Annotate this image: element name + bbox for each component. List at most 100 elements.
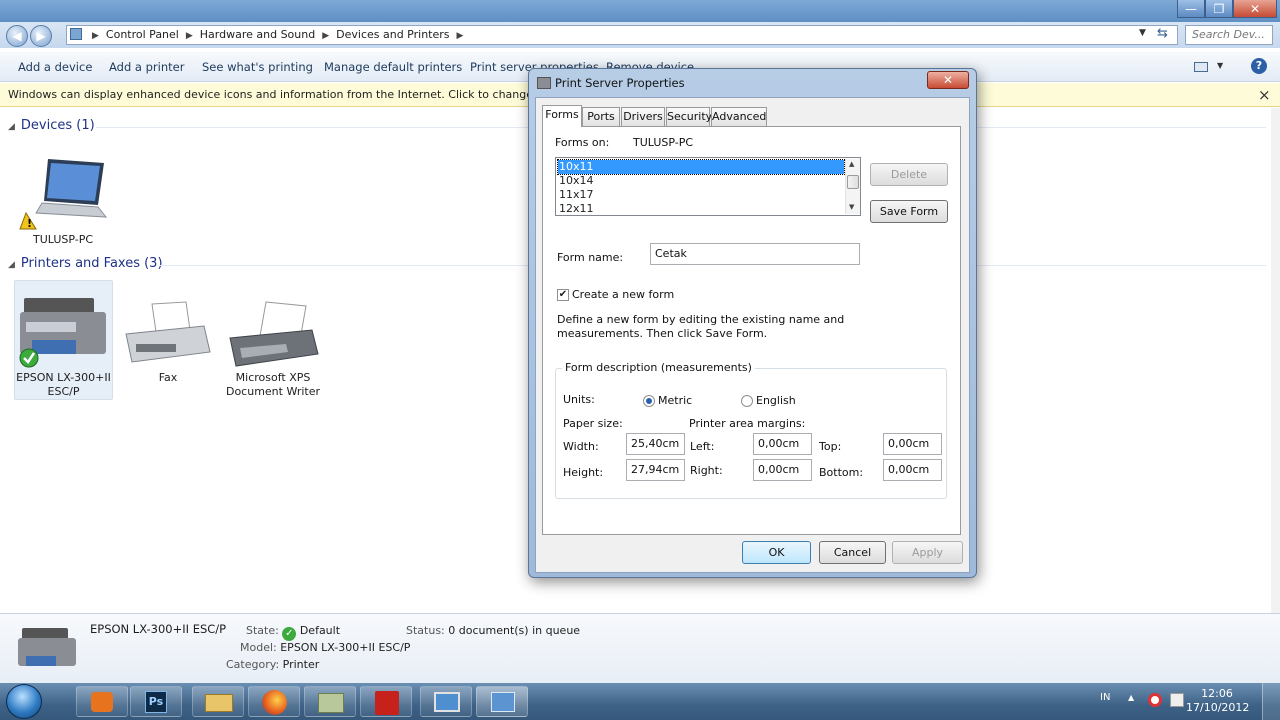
create-new-form-checkbox[interactable]: ✔ [557, 289, 569, 301]
epson-printer-icon[interactable] [18, 292, 110, 370]
tray-app-icon[interactable] [1148, 693, 1162, 707]
breadcrumb-separator-icon[interactable]: ▶ [322, 31, 329, 41]
tab-drivers[interactable]: Drivers [621, 107, 665, 126]
printers-group-title: Printers and Faxes (3) [20, 256, 163, 271]
printer-label-epson[interactable]: EPSON LX-300+II ESC/P [14, 371, 113, 399]
breadcrumb-separator-icon[interactable]: ▶ [457, 31, 464, 41]
forms-on-label: Forms on: [555, 136, 610, 149]
forms-list[interactable]: 10x11 10x14 11x17 12x11 ▲ ▼ [555, 157, 861, 216]
right-margin-input[interactable]: 0,00cm [753, 459, 812, 481]
breadcrumb-control-panel[interactable]: Control Panel [106, 28, 179, 41]
show-hidden-icons-icon[interactable]: ▲ [1128, 693, 1134, 702]
english-label[interactable]: English [756, 394, 796, 407]
collapse-arrow-icon[interactable]: ◢ [8, 260, 15, 270]
ok-button[interactable]: OK [742, 541, 811, 564]
photoshop-taskbar-icon[interactable]: Ps [130, 686, 182, 717]
minimize-button[interactable]: — [1177, 0, 1205, 18]
printer-label-xps[interactable]: Microsoft XPS Document Writer [222, 371, 324, 399]
acrobat-taskbar-icon[interactable] [360, 686, 412, 717]
devices-group-header[interactable]: ◢ Devices (1) [8, 118, 95, 133]
breadcrumb: ▶ Control Panel ▶ Hardware and Sound ▶ Device… [85, 26, 470, 45]
info-bar-text[interactable]: Windows can display enhanced device icon… [8, 88, 544, 101]
top-margin-label: Top: [819, 440, 842, 453]
close-window-button[interactable]: ✕ [1233, 0, 1277, 18]
details-pane: EPSON LX-300+II ESC/P State: ✓ Default S… [0, 613, 1280, 683]
breadcrumb-separator-icon[interactable]: ▶ [186, 31, 193, 41]
content-scrollbar[interactable] [1271, 108, 1280, 613]
help-icon[interactable]: ? [1251, 58, 1267, 74]
tab-ports[interactable]: Ports [582, 107, 620, 126]
height-input[interactable]: 27,94cm [626, 459, 685, 481]
list-item[interactable]: 12x11 [558, 202, 844, 216]
media-player-taskbar-icon[interactable] [76, 686, 128, 717]
firefox-taskbar-icon[interactable] [248, 686, 300, 717]
forms-tab-panel: Forms on: TULUSP-PC 10x11 10x14 11x17 12… [542, 126, 961, 535]
dialog-close-button[interactable]: ✕ [927, 71, 969, 89]
forms-list-scrollbar[interactable]: ▲ ▼ [845, 159, 860, 214]
add-device-button[interactable]: Add a device [18, 52, 92, 82]
scroll-down-icon[interactable]: ▼ [849, 203, 854, 211]
metric-radio[interactable] [643, 395, 655, 407]
printer-label-fax[interactable]: Fax [118, 371, 218, 385]
tray-device-icon[interactable] [1170, 693, 1184, 707]
xps-printer-icon[interactable] [226, 300, 320, 370]
create-new-form-label[interactable]: Create a new form [572, 288, 674, 301]
list-item[interactable]: 10x14 [558, 174, 844, 188]
manage-default-printers-button[interactable]: Manage default printers [324, 52, 462, 82]
printers-group-header[interactable]: ◢ Printers and Faxes (3) [8, 256, 163, 271]
form-description-title: Form description (measurements) [562, 361, 755, 374]
top-margin-input[interactable]: 0,00cm [883, 433, 942, 455]
metric-label[interactable]: Metric [658, 394, 692, 407]
collapse-arrow-icon[interactable]: ◢ [8, 122, 15, 132]
scroll-thumb[interactable] [847, 175, 859, 189]
printer-title-icon [537, 77, 551, 89]
english-radio[interactable] [741, 395, 753, 407]
bottom-margin-input[interactable]: 0,00cm [883, 459, 942, 481]
list-item[interactable]: 11x17 [558, 188, 844, 202]
clock[interactable]: 12:06 17/10/2012 [1186, 687, 1249, 715]
picture-viewer-taskbar-icon[interactable] [420, 686, 472, 717]
form-description-group: Form description (measurements) Units: M… [555, 361, 947, 499]
paper-size-label: Paper size: [563, 417, 623, 430]
address-box[interactable]: ▶ Control Panel ▶ Hardware and Sound ▶ Device… [66, 25, 1178, 45]
cancel-button[interactable]: Cancel [819, 541, 886, 564]
language-indicator[interactable]: IN [1100, 692, 1110, 703]
list-item[interactable]: 10x11 [557, 159, 845, 175]
back-button[interactable]: ◀ [6, 25, 28, 47]
view-options-icon[interactable] [1194, 62, 1208, 72]
start-button[interactable] [6, 684, 42, 719]
form-name-label: Form name: [557, 251, 624, 264]
laptop-device[interactable]: ! [18, 157, 108, 232]
breadcrumb-hardware-and-sound[interactable]: Hardware and Sound [200, 28, 315, 41]
app-taskbar-icon[interactable] [304, 686, 356, 717]
info-bar-close-icon[interactable]: × [1258, 83, 1271, 107]
height-label: Height: [563, 466, 604, 479]
forward-button[interactable]: ▶ [30, 25, 52, 47]
tab-forms[interactable]: Forms [542, 105, 582, 127]
scroll-up-icon[interactable]: ▲ [849, 160, 854, 168]
left-margin-input[interactable]: 0,00cm [753, 433, 812, 455]
window-titlebar: — ❐ ✕ [0, 0, 1280, 22]
delete-button[interactable]: Delete [870, 163, 948, 186]
forms-on-value: TULUSP-PC [633, 136, 694, 149]
tab-advanced[interactable]: Advanced [711, 107, 767, 126]
fax-icon[interactable] [122, 300, 212, 370]
view-dropdown-icon[interactable]: ▼ [1217, 61, 1223, 70]
device-label-tulusp-pc[interactable]: TULUSP-PC [18, 233, 108, 247]
search-input[interactable]: Search Dev... [1185, 25, 1273, 45]
apply-button[interactable]: Apply [892, 541, 963, 564]
address-dropdown-icon[interactable]: ▼ [1139, 28, 1146, 38]
save-form-button[interactable]: Save Form [870, 200, 948, 223]
maximize-button[interactable]: ❐ [1205, 0, 1233, 18]
breadcrumb-devices-and-printers[interactable]: Devices and Printers [336, 28, 449, 41]
add-printer-button[interactable]: Add a printer [109, 52, 184, 82]
width-input[interactable]: 25,40cm [626, 433, 685, 455]
show-desktop-button[interactable] [1262, 683, 1280, 720]
refresh-icon[interactable]: ⇆ [1157, 26, 1168, 41]
explorer-taskbar-icon[interactable] [192, 686, 244, 717]
printer-area-margins-label: Printer area margins: [689, 417, 806, 430]
tab-security[interactable]: Security [666, 107, 712, 126]
control-panel-taskbar-icon[interactable] [476, 686, 528, 717]
see-whats-printing-button[interactable]: See what's printing [202, 52, 313, 82]
form-name-input[interactable]: Cetak [650, 243, 860, 265]
